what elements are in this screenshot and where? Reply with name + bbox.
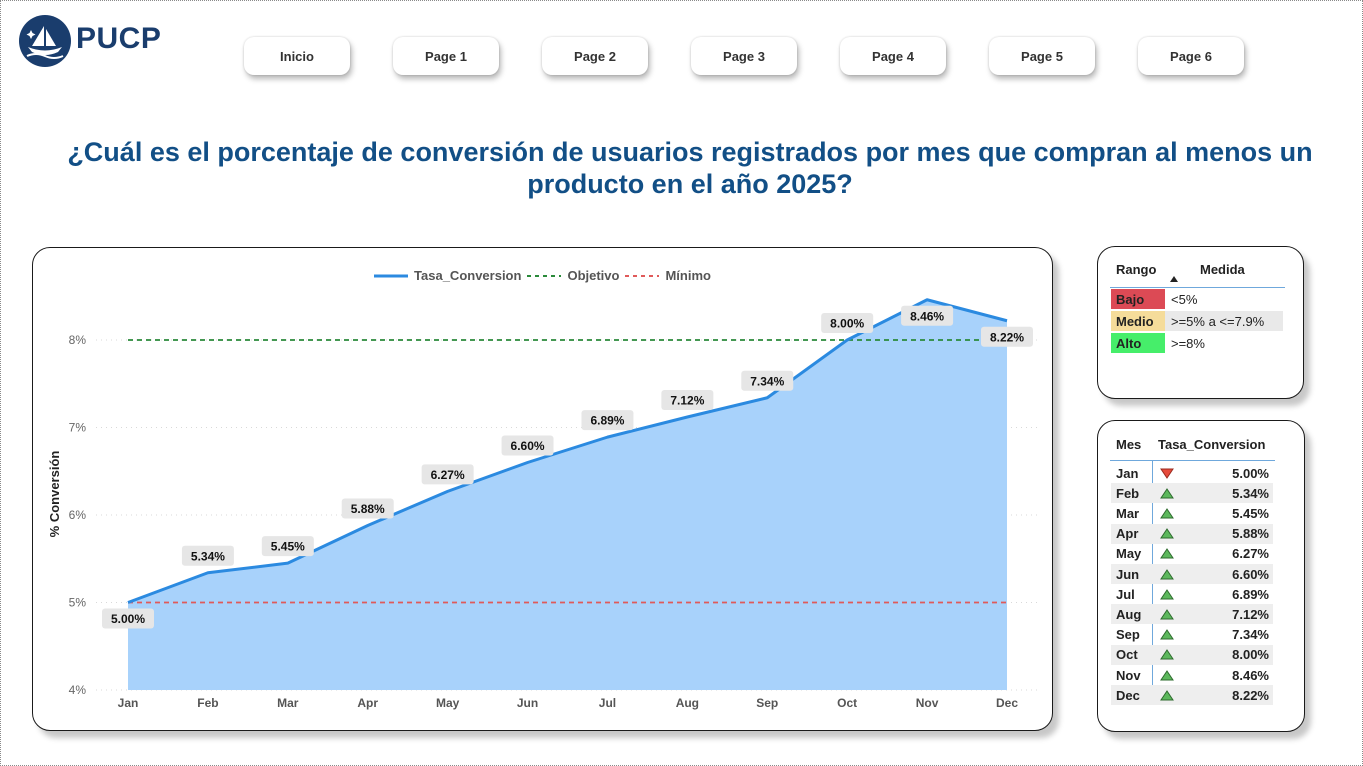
y-tick-label: 5% [69,596,87,610]
month-label: Jul [1116,586,1135,602]
x-tick-label: Oct [837,696,857,710]
month-row[interactable]: Dec 8.22% [1111,685,1273,706]
month-row[interactable]: Apr 5.88% [1111,523,1273,544]
data-label: 5.88% [351,502,385,516]
range-value: >=8% [1171,335,1205,351]
trend-down-icon [1153,468,1181,479]
sort-asc-icon[interactable] [1170,276,1178,282]
trend-up-icon [1153,548,1181,559]
x-tick-label: May [436,696,460,710]
month-label: Oct [1116,647,1138,663]
month-label: Dec [1116,687,1140,703]
month-label: Jan [1116,465,1139,481]
range-value: <5% [1171,291,1198,307]
y-axis-label: % Conversión [47,451,62,538]
range-label: Alto [1111,333,1165,353]
x-tick-label: Nov [916,696,939,710]
range-label: Medio [1111,311,1165,331]
trend-up-icon [1153,487,1181,499]
data-label: 8.00% [830,317,864,331]
month-label: Aug [1116,606,1142,622]
x-tick-label: Mar [277,696,299,710]
trend-up-icon [1153,507,1181,519]
x-tick-label: Apr [357,696,378,710]
x-tick-label: Sep [756,696,778,710]
month-label: Nov [1116,667,1141,683]
y-tick-label: 6% [69,508,87,522]
month-label: Apr [1116,526,1139,542]
month-row[interactable]: Jul 6.89% [1111,584,1273,604]
month-label: Feb [1116,485,1140,501]
trend-up-icon [1153,689,1181,701]
month-label: Jun [1116,566,1140,582]
data-label: 5.34% [191,549,225,563]
range-card: Rango Medida Bajo <5% Medio >=5% a <=7.9% Al… [1097,246,1304,399]
trend-up-icon [1153,608,1181,620]
month-header-mes[interactable]: Mes [1116,437,1141,452]
series-area [128,299,1007,690]
data-label: 6.89% [590,414,624,428]
month-value: 5.45% [1232,505,1269,521]
month-row[interactable]: Jan 5.00% [1111,463,1273,483]
data-label: 7.34% [750,374,784,388]
month-header-divider [1110,460,1275,461]
month-label: Sep [1116,627,1140,643]
month-row[interactable]: Aug 7.12% [1111,604,1273,625]
trend-up-icon [1153,528,1181,539]
x-tick-label: Jun [517,696,538,710]
month-value: 5.88% [1232,526,1269,542]
month-row[interactable]: Oct 8.00% [1111,644,1273,665]
range-row[interactable]: Bajo <5% [1111,289,1283,309]
x-tick-label: Aug [676,696,699,710]
y-tick-label: 7% [69,421,87,435]
data-label: 5.00% [111,612,145,626]
month-value: 5.34% [1232,485,1269,501]
x-tick-label: Dec [996,696,1018,710]
month-value: 8.22% [1232,687,1269,703]
trend-up-icon [1153,669,1181,681]
month-value: 6.89% [1232,586,1269,602]
y-tick-label: 8% [69,333,87,347]
range-header-rango[interactable]: Rango [1116,262,1156,277]
range-row[interactable]: Alto >=8% [1111,333,1283,353]
month-value: 7.34% [1232,627,1269,643]
data-label: 7.12% [670,394,704,408]
range-header-medida[interactable]: Medida [1200,262,1245,277]
data-label: 5.45% [271,540,305,554]
data-label: 8.46% [910,309,944,323]
range-value: >=5% a <=7.9% [1171,313,1265,329]
range-header-divider [1110,287,1285,288]
month-header-tasa[interactable]: Tasa_Conversion [1158,437,1265,452]
range-label: Bajo [1111,289,1165,309]
month-value: 7.12% [1232,606,1269,622]
month-row[interactable]: Mar 5.45% [1111,503,1273,523]
trend-up-icon [1153,629,1181,640]
data-label: 6.27% [431,468,465,482]
month-value: 6.27% [1232,546,1269,562]
month-label: May [1116,546,1142,562]
month-label: Mar [1116,505,1140,521]
month-value: 5.00% [1232,465,1269,481]
month-value: 8.00% [1232,647,1269,663]
y-tick-label: 4% [69,683,87,697]
trend-up-icon [1153,568,1181,580]
month-row[interactable]: May 6.27% [1111,544,1273,564]
month-value: 6.60% [1232,566,1269,582]
trend-up-icon [1153,649,1181,660]
data-label: 8.22% [990,330,1024,344]
range-row[interactable]: Medio >=5% a <=7.9% [1111,311,1283,331]
month-card: Mes Tasa_Conversion Jan 5.00% Feb 5.34% Mar 5… [1097,420,1305,732]
trend-up-icon [1153,588,1181,600]
month-row[interactable]: Jun 6.60% [1111,564,1273,584]
month-row[interactable]: Sep 7.34% [1111,625,1273,645]
month-value: 8.46% [1232,667,1269,683]
month-row[interactable]: Feb 5.34% [1111,483,1273,504]
x-tick-label: Jan [118,696,139,710]
data-label: 6.60% [511,439,545,453]
month-row[interactable]: Nov 8.46% [1111,665,1273,685]
x-tick-label: Feb [197,696,218,710]
x-tick-label: Jul [599,696,616,710]
